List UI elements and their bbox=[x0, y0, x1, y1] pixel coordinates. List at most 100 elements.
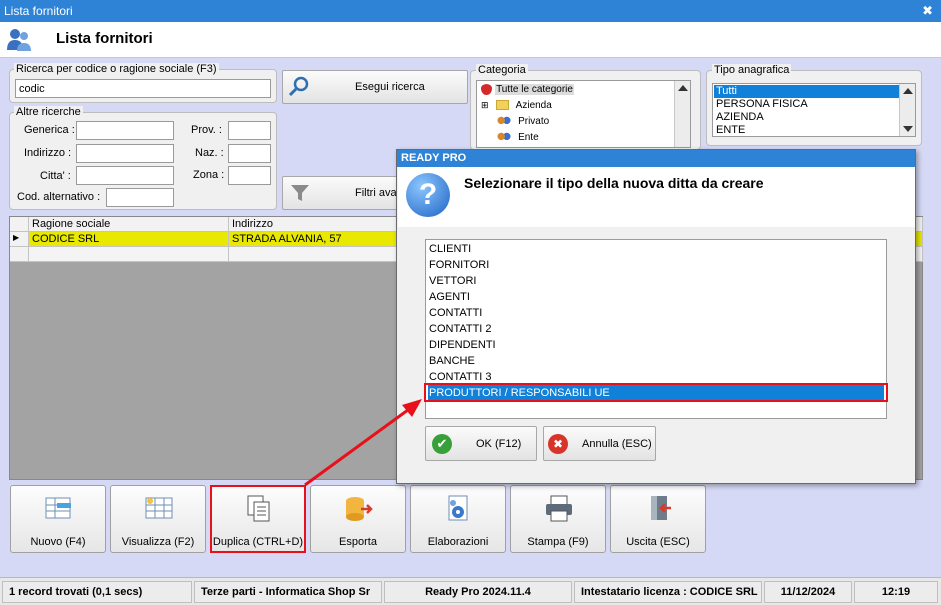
categoria-tree[interactable]: Tutte le categorie ⊞ Azienda Privato Ent… bbox=[476, 80, 691, 148]
new-company-type-dialog: READY PRO ? Selezionare il tipo della nu… bbox=[396, 149, 916, 484]
other-search-group-label: Altre ricerche bbox=[14, 106, 83, 118]
generica-input[interactable] bbox=[76, 121, 174, 140]
table-cell[interactable] bbox=[29, 247, 229, 262]
elaborations-button[interactable]: Elaborazioni bbox=[410, 485, 506, 553]
cod-alternativo-input[interactable] bbox=[106, 188, 174, 207]
row-indicator bbox=[10, 247, 29, 262]
expand-icon[interactable]: ⊞ bbox=[481, 100, 489, 110]
scroll-down-icon[interactable] bbox=[903, 126, 913, 132]
gear-document-icon bbox=[448, 495, 468, 521]
tree-node-ente[interactable]: Ente bbox=[497, 131, 539, 143]
grid-corner bbox=[10, 217, 29, 232]
categoria-scrollbar[interactable] bbox=[674, 81, 690, 147]
list-item[interactable]: CONTATTI 2 bbox=[429, 321, 492, 337]
list-item[interactable]: DIPENDENTI bbox=[429, 337, 496, 353]
list-item[interactable]: AGENTI bbox=[429, 289, 470, 305]
people-icon bbox=[497, 115, 511, 127]
generica-label: Generica : bbox=[24, 124, 75, 136]
naz-input[interactable] bbox=[228, 144, 271, 163]
list-item[interactable]: FORNITORI bbox=[429, 257, 489, 273]
status-bar: 1 record trovati (0,1 secs) Terze parti … bbox=[0, 577, 941, 605]
table-cell[interactable]: CODICE SRL bbox=[29, 232, 229, 247]
exit-door-icon bbox=[651, 496, 671, 520]
cancel-icon: ✖ bbox=[548, 433, 568, 454]
status-section: Terze parti - Informatica Shop Sr bbox=[194, 581, 382, 603]
view-button[interactable]: Visualizza (F2) bbox=[110, 485, 206, 553]
scroll-up-icon[interactable] bbox=[903, 88, 913, 94]
list-item[interactable]: VETTORI bbox=[429, 273, 476, 289]
filter-button[interactable]: Filtri ava bbox=[282, 176, 402, 210]
status-license: Intestatario licenza : CODICE SRL bbox=[574, 581, 762, 603]
zona-label: Zona : bbox=[193, 169, 225, 181]
citta-input[interactable] bbox=[76, 166, 174, 185]
tipo-scrollbar[interactable] bbox=[899, 84, 915, 136]
view-record-icon bbox=[145, 497, 173, 519]
list-item[interactable]: ENTE bbox=[716, 124, 745, 137]
dialog-message: Selezionare il tipo della nuova ditta da… bbox=[464, 175, 764, 191]
elaborations-button-label: Elaborazioni bbox=[427, 536, 489, 548]
indirizzo-input[interactable] bbox=[76, 144, 174, 163]
status-date: 11/12/2024 bbox=[764, 581, 852, 603]
tipo-anagrafica-list[interactable]: Tutti PERSONA FISICA AZIENDA ENTE bbox=[712, 83, 916, 137]
annotation-arrow-icon bbox=[304, 399, 422, 487]
ok-button-label: OK (F12) bbox=[476, 437, 522, 450]
search-input[interactable] bbox=[15, 79, 271, 98]
categoria-group-label: Categoria bbox=[476, 64, 528, 76]
page-header: Lista fornitori bbox=[0, 22, 941, 58]
status-records: 1 record trovati (0,1 secs) bbox=[2, 581, 192, 603]
people-icon bbox=[497, 131, 511, 143]
strawberry-icon bbox=[481, 83, 492, 95]
new-button-label: Nuovo (F4) bbox=[30, 536, 86, 548]
export-icon bbox=[346, 497, 373, 521]
printer-icon bbox=[546, 495, 572, 522]
cod-alternativo-label: Cod. alternativo : bbox=[17, 191, 101, 203]
zona-input[interactable] bbox=[228, 166, 271, 185]
tree-node-label: Privato bbox=[518, 116, 550, 127]
naz-label: Naz. : bbox=[195, 147, 224, 159]
search-button-label: Esegui ricerca bbox=[355, 81, 425, 93]
tree-node-all[interactable]: Tutte le categorie bbox=[481, 83, 574, 95]
tree-node-label: Tutte le categorie bbox=[495, 84, 574, 95]
view-button-label: Visualizza (F2) bbox=[121, 536, 195, 548]
prov-input[interactable] bbox=[228, 121, 271, 140]
list-item[interactable]: CLIENTI bbox=[429, 241, 471, 257]
new-record-icon bbox=[45, 497, 71, 519]
close-icon[interactable]: ✖ bbox=[922, 3, 933, 19]
list-item[interactable]: BANCHE bbox=[429, 353, 475, 369]
print-button[interactable]: Stampa (F9) bbox=[510, 485, 606, 553]
exit-button-label: Uscita (ESC) bbox=[626, 536, 690, 548]
citta-label: Citta' : bbox=[40, 170, 71, 182]
folder-icon bbox=[495, 100, 509, 111]
annotation-highlight-box bbox=[424, 383, 888, 402]
magnifier-icon bbox=[288, 76, 309, 97]
dialog-header: ? Selezionare il tipo della nuova ditta … bbox=[398, 167, 915, 227]
list-item[interactable]: Tutti bbox=[714, 85, 899, 98]
search-button[interactable]: Esegui ricerca bbox=[282, 70, 468, 104]
indirizzo-label: Indirizzo : bbox=[24, 147, 72, 159]
print-button-label: Stampa (F9) bbox=[527, 536, 589, 548]
cancel-button-label: Annulla (ESC) bbox=[582, 437, 652, 450]
column-header-ragione-sociale[interactable]: Ragione sociale bbox=[29, 217, 229, 232]
export-button[interactable]: Esporta bbox=[310, 485, 406, 553]
ok-button[interactable]: ✔ OK (F12) bbox=[425, 426, 537, 461]
tipo-anagrafica-label: Tipo anagrafica bbox=[712, 64, 792, 76]
exit-button[interactable]: Uscita (ESC) bbox=[610, 485, 706, 553]
scroll-up-icon[interactable] bbox=[678, 85, 688, 91]
prov-label: Prov. : bbox=[191, 124, 222, 136]
window-title: Lista fornitori bbox=[4, 4, 73, 18]
cancel-button[interactable]: ✖ Annulla (ESC) bbox=[543, 426, 656, 461]
question-icon: ? bbox=[406, 173, 450, 217]
tree-node-privato[interactable]: Privato bbox=[497, 115, 549, 127]
list-item[interactable]: CONTATTI bbox=[429, 305, 482, 321]
window-title-bar: Lista fornitori ✖ bbox=[0, 0, 941, 22]
dialog-title: READY PRO bbox=[397, 150, 915, 167]
tree-node-azienda[interactable]: ⊞ Azienda bbox=[481, 99, 552, 111]
page-title: Lista fornitori bbox=[56, 30, 153, 47]
export-button-label: Esporta bbox=[339, 536, 377, 548]
status-version: Ready Pro 2024.11.4 bbox=[384, 581, 572, 603]
list-item[interactable]: AZIENDA bbox=[716, 111, 764, 124]
new-button[interactable]: Nuovo (F4) bbox=[10, 485, 106, 553]
list-item[interactable]: PERSONA FISICA bbox=[716, 98, 808, 111]
filter-button-label: Filtri ava bbox=[355, 187, 397, 199]
status-time: 12:19 bbox=[854, 581, 938, 603]
